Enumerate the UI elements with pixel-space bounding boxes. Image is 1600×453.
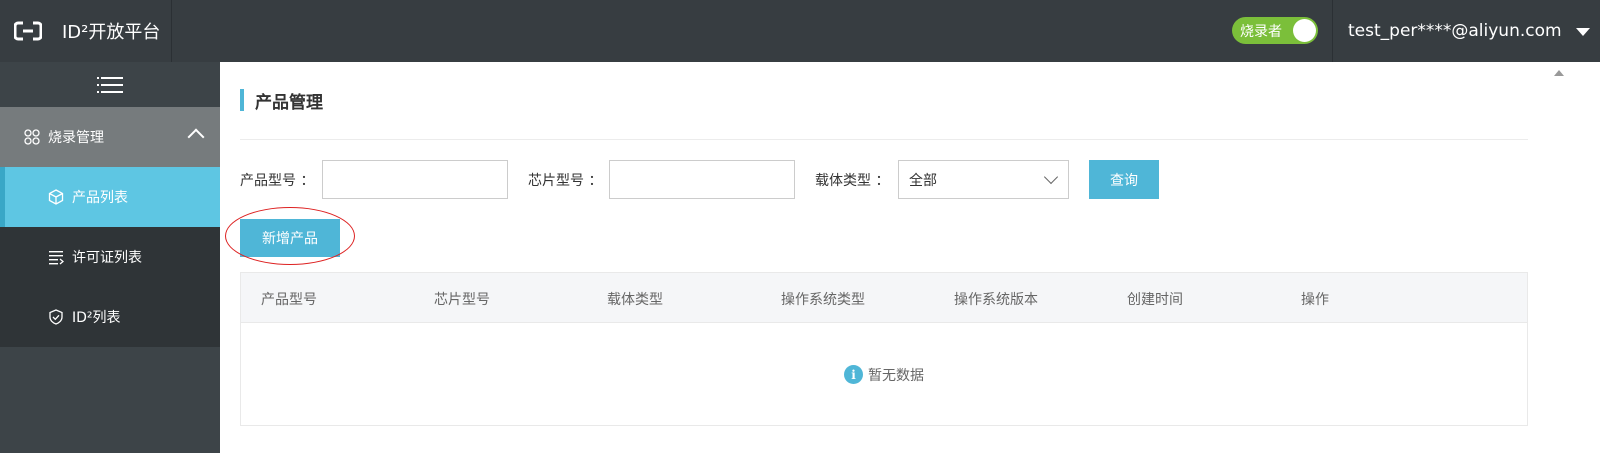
vertical-scrollbar[interactable] [1550, 62, 1568, 453]
brand[interactable]: ID²开放平台 [0, 0, 172, 62]
carrier-type-value: 全部 [909, 172, 937, 189]
column-header: 操作 [1301, 292, 1329, 308]
aliyun-logo-icon [14, 21, 42, 41]
apps-grid-icon [24, 129, 40, 145]
query-button[interactable]: 查询 [1089, 160, 1159, 199]
divider [240, 139, 1528, 140]
page-title-wrap: 产品管理 [240, 89, 323, 113]
table-header: 产品型号 芯片型号 载体类型 操作系统类型 操作系统版本 创建时间 操作 [241, 273, 1527, 323]
role-toggle[interactable]: 烧录者 [1232, 17, 1318, 44]
add-product-button[interactable]: 新增产品 [240, 219, 340, 257]
page-title: 产品管理 [255, 92, 323, 113]
role-toggle-label: 烧录者 [1240, 23, 1282, 40]
caret-down-icon [1575, 28, 1590, 36]
sidebar-item-label: 许可证列表 [72, 250, 142, 266]
chip-model-label: 芯片型号 ： [528, 173, 603, 189]
hamburger-menu-icon [97, 76, 123, 93]
user-email: test_per****@aliyun.com [1348, 21, 1562, 41]
sidebar: 烧录管理 产品列表 许可证列表 ID²列表 [0, 62, 220, 453]
sidebar-item-id2-list[interactable]: ID²列表 [0, 287, 220, 347]
sidebar-group-burn-management[interactable]: 烧录管理 [0, 107, 220, 167]
sidebar-item-label: 产品列表 [72, 190, 128, 206]
sidebar-group-label: 烧录管理 [48, 130, 104, 146]
scroll-up-arrow-icon[interactable] [1554, 70, 1564, 76]
top-bar: ID²开放平台 烧录者 test_per****@aliyun.com [0, 0, 1600, 62]
info-icon: i [844, 365, 863, 384]
product-table: 产品型号 芯片型号 载体类型 操作系统类型 操作系统版本 创建时间 操作 i 暂… [240, 272, 1528, 426]
empty-text: 暂无数据 [868, 367, 924, 384]
shield-check-icon [49, 309, 63, 325]
sidebar-item-label: ID²列表 [72, 310, 121, 326]
product-model-input[interactable] [322, 160, 508, 199]
user-menu[interactable]: test_per****@aliyun.com [1348, 0, 1590, 62]
menu-toggle-button[interactable] [0, 62, 220, 107]
header-divider [1332, 0, 1333, 62]
carrier-type-label: 载体类型 ： [815, 173, 890, 189]
main-content: 产品管理 产品型号 ： 芯片型号 ： 载体类型 ： 全部 查询 新增产品 产品型… [220, 62, 1550, 453]
column-header: 操作系统版本 [954, 292, 1038, 308]
column-header: 创建时间 [1127, 292, 1183, 308]
sidebar-item-license-list[interactable]: 许可证列表 [0, 227, 220, 287]
chevron-down-icon [1043, 169, 1059, 185]
column-header: 芯片型号 [434, 292, 490, 308]
chip-model-input[interactable] [609, 160, 795, 199]
column-header: 操作系统类型 [781, 292, 865, 308]
sidebar-item-product-list[interactable]: 产品列表 [0, 167, 220, 227]
title-accent-bar [240, 89, 244, 111]
chevron-up-icon [187, 128, 205, 146]
column-header: 载体类型 [607, 292, 663, 308]
product-model-label: 产品型号 ： [240, 173, 315, 189]
empty-state: i 暂无数据 [241, 323, 1527, 426]
list-icon [49, 251, 64, 265]
cube-icon [48, 189, 64, 205]
column-header: 产品型号 [261, 292, 317, 308]
app-title: ID²开放平台 [62, 22, 161, 43]
toggle-knob [1293, 19, 1316, 42]
carrier-type-select[interactable]: 全部 [898, 160, 1069, 199]
